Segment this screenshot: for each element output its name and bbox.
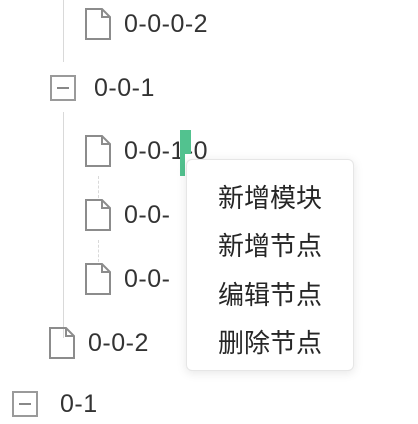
file-icon	[85, 135, 111, 167]
menu-item-delete-node[interactable]: 删除节点	[187, 318, 353, 367]
menu-item-add-node[interactable]: 新增节点	[187, 221, 353, 270]
text-cursor-marker	[180, 130, 191, 154]
tree-guide-line	[63, 112, 64, 338]
tree-node-label: 0-0-0-2	[124, 9, 209, 38]
text-cursor-marker	[180, 154, 185, 176]
tree-node[interactable]: 0-0-	[84, 259, 170, 299]
expand-toggle-icon[interactable]	[12, 391, 38, 417]
collapse-toggle-icon[interactable]	[50, 75, 76, 101]
file-icon	[85, 263, 111, 295]
tree-node-label: 0-1	[60, 389, 98, 418]
tree-node-label: 0-0-2	[88, 328, 149, 357]
menu-item-edit-node[interactable]: 编辑节点	[187, 269, 353, 318]
tree-node[interactable]: 0-0-	[84, 195, 170, 235]
tree-node-label: 0-0-1	[94, 73, 155, 102]
tree-node[interactable]: 0-1	[12, 384, 98, 424]
tree-node-label: 0-0-	[124, 200, 171, 229]
tree-node-label: 0-0-	[124, 264, 171, 293]
tree-node[interactable]: 0-0-1	[50, 68, 155, 108]
file-icon	[49, 327, 75, 359]
tree-guide-line	[63, 0, 64, 62]
context-menu: 新增模块 新增节点 编辑节点 删除节点	[186, 159, 354, 371]
tree-node[interactable]: 0-0-2	[48, 323, 149, 363]
menu-item-add-module[interactable]: 新增模块	[187, 172, 353, 221]
tree-node[interactable]: 0-0-0-2	[84, 4, 208, 44]
file-icon	[85, 199, 111, 231]
file-icon	[85, 8, 111, 40]
